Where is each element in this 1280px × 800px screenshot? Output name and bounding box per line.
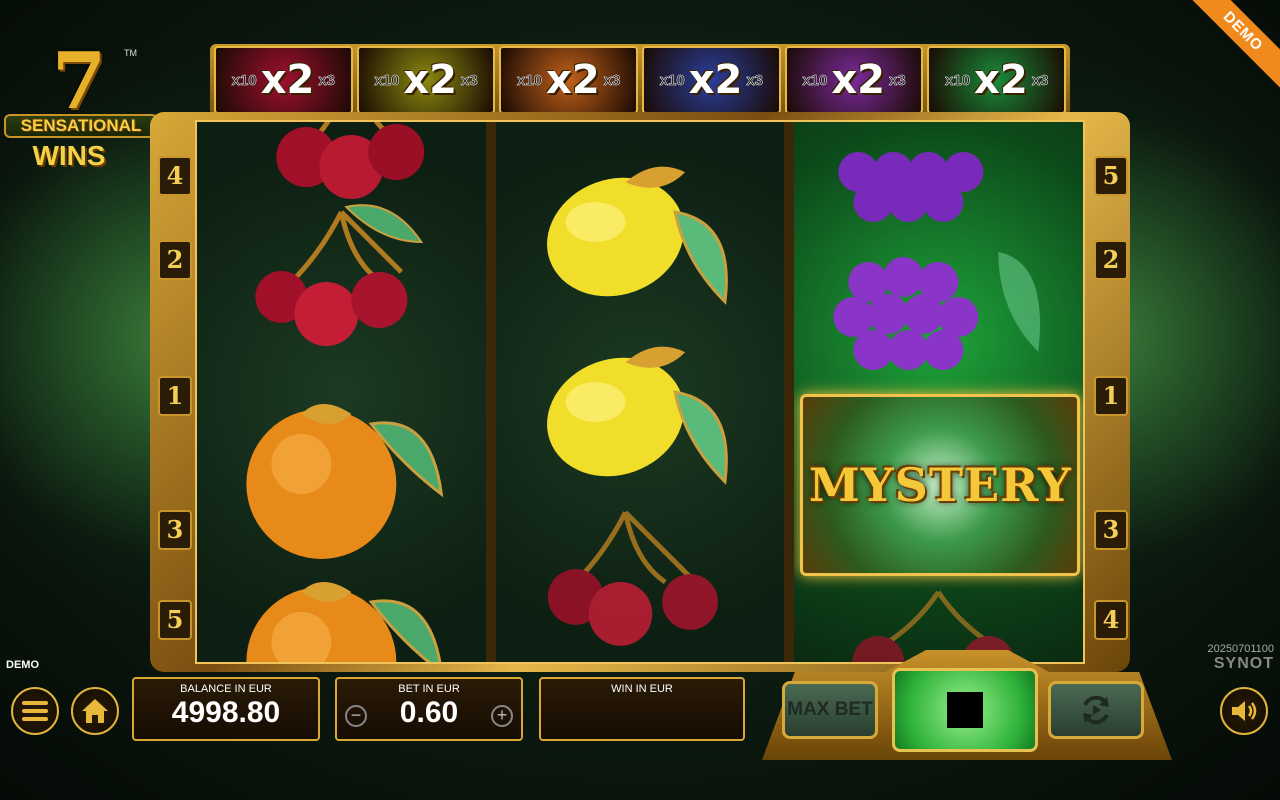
multiplier-cell: x10 x2 x3 (784, 46, 924, 114)
balance-panel: BALANCE IN EUR 4998.80 (132, 677, 320, 741)
multiplier-cell: x10 x2 x3 (214, 46, 353, 114)
reel-3: MYSTERY (794, 122, 1084, 662)
autoplay-button[interactable] (1048, 681, 1144, 739)
logo-line1: SENSATIONAL (4, 114, 158, 138)
payline-indicator[interactable]: 4 (1094, 600, 1128, 640)
payline-numbers-right: 5 2 1 3 4 (1094, 130, 1128, 660)
demo-ribbon: DEMO (1190, 0, 1280, 90)
bet-label: BET IN EUR (398, 683, 460, 695)
multiplier-right: x3 (603, 71, 621, 89)
demo-ribbon-label: DEMO (1190, 0, 1280, 90)
payline-indicator[interactable]: 2 (1094, 240, 1128, 280)
orange-icon (246, 404, 444, 559)
multiplier-main: x2 (260, 57, 315, 103)
grapes-icon (838, 152, 984, 222)
reel-1 (197, 122, 486, 662)
bet-increase-button[interactable]: + (491, 705, 513, 727)
payline-indicator[interactable]: 5 (158, 600, 192, 640)
payline-indicator[interactable]: 1 (158, 376, 192, 416)
mystery-symbol: MYSTERY (800, 394, 1081, 576)
multiplier-cell: x10 x2 x3 (499, 46, 639, 114)
lemon-icon (546, 166, 728, 305)
grapes-icon (833, 252, 1041, 370)
win-label: WIN IN EUR (611, 683, 673, 695)
orange-symbol (197, 562, 486, 662)
cherry-icon (276, 122, 425, 199)
lemon-icon (546, 346, 728, 485)
multiplier-left: x10 (231, 71, 257, 89)
menu-button[interactable] (11, 687, 59, 735)
sound-icon (1232, 701, 1257, 721)
bet-panel: BET IN EUR 0.60 − + (335, 677, 523, 741)
grapes-symbol (794, 222, 1083, 402)
logo-line2: WINS (32, 140, 106, 171)
brand-logo: SYNOT (1213, 655, 1274, 672)
payline-indicator[interactable]: 4 (158, 156, 192, 196)
multiplier-cell: x10 x2 x3 (927, 46, 1067, 114)
payline-numbers-left: 4 2 1 3 5 (158, 130, 192, 660)
multiplier-main: x2 (831, 57, 886, 103)
multiplier-right: x3 (889, 71, 906, 89)
multiplier-main: x2 (403, 57, 457, 103)
payline-indicator[interactable]: 1 (1094, 376, 1128, 416)
logo-trademark: TM (124, 48, 137, 58)
build-number: 20250701100 (1207, 643, 1274, 655)
multiplier-left: x10 (802, 71, 828, 89)
autoplay-icon (1083, 695, 1109, 725)
win-panel: WIN IN EUR (539, 677, 745, 741)
payline-indicator[interactable]: 2 (158, 240, 192, 280)
sound-button[interactable] (1220, 687, 1268, 735)
max-bet-button[interactable]: MAX BET (782, 681, 878, 739)
reel-2 (495, 122, 785, 662)
balance-label: BALANCE IN EUR (180, 683, 272, 695)
demo-label: DEMO (6, 659, 39, 671)
menu-icon (22, 701, 48, 721)
multiplier-cell: x10 x2 x3 (642, 46, 781, 114)
multiplier-left: x10 (517, 71, 543, 89)
payline-indicator[interactable]: 3 (1094, 510, 1128, 550)
cherry-symbol (197, 122, 486, 202)
multiplier-main: x2 (546, 57, 600, 103)
home-icon (82, 699, 108, 723)
cherry-icon (547, 510, 718, 646)
max-bet-label: MAX BET (787, 699, 873, 720)
orange-symbol (197, 384, 486, 564)
multiplier-right: x3 (1031, 71, 1049, 89)
cherry-symbol (496, 502, 785, 662)
multiplier-right: x3 (318, 71, 336, 89)
multiplier-left: x10 (374, 71, 400, 89)
orange-icon (246, 582, 442, 662)
game-logo: 7 TM SENSATIONAL WINS (4, 42, 158, 182)
cherry-symbol (197, 202, 486, 382)
spin-stop-button[interactable] (892, 668, 1038, 752)
lemon-symbol (496, 142, 785, 322)
multiplier-main: x2 (688, 57, 743, 103)
payline-indicator[interactable]: 5 (1094, 156, 1128, 196)
reels: MYSTERY (195, 120, 1085, 664)
multiplier-left: x10 (659, 71, 685, 89)
multiplier-right: x3 (461, 71, 478, 89)
multiplier-left: x10 (945, 71, 971, 89)
multiplier-main: x2 (974, 57, 1028, 103)
multiplier-cell: x10 x2 x3 (356, 46, 496, 114)
balance-value: 4998.80 (171, 696, 281, 729)
multiplier-strip: x10 x2 x3 x10 x2 x3 x10 x2 x3 x10 x2 x3 … (210, 44, 1070, 116)
stop-icon (947, 692, 983, 728)
mystery-label: MYSTERY (808, 458, 1072, 512)
home-button[interactable] (71, 687, 119, 735)
multiplier-right: x3 (746, 71, 764, 89)
bet-decrease-button[interactable]: − (345, 705, 367, 727)
cherry-icon (255, 204, 424, 346)
payline-indicator[interactable]: 3 (158, 510, 192, 550)
lemon-symbol (496, 322, 785, 502)
